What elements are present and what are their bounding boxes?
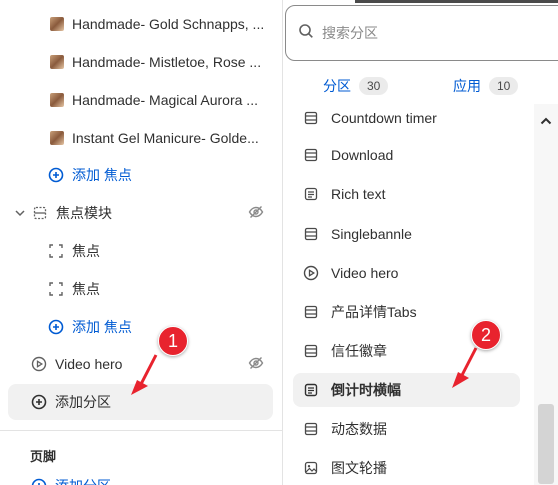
option-label: 动态数据 — [331, 421, 387, 437]
plus-circle-icon — [31, 478, 47, 485]
section-option-image-carousel[interactable]: 图文轮播 — [293, 451, 520, 485]
section-sidebar: Handmade- Gold Schnapps, ... Handmade- M… — [0, 0, 282, 485]
add-focus-label: 添加 焦点 — [72, 167, 132, 183]
option-label: Singlebannle — [331, 226, 412, 242]
footer-add-section-label: 添加分区 — [55, 476, 111, 485]
section-focus-module[interactable]: 焦点模块 — [0, 195, 282, 231]
image-icon — [303, 460, 319, 476]
layout-icon — [303, 226, 319, 242]
top-edge-bar — [355, 0, 558, 3]
count-badge: 30 — [359, 77, 389, 95]
play-icon — [31, 356, 47, 372]
footer-group-title: 页脚 — [30, 449, 57, 464]
section-option-video-hero[interactable]: Video hero — [293, 256, 520, 290]
block-item-magical-aurora[interactable]: Handmade- Magical Aurora ... — [0, 82, 282, 118]
scrollbar[interactable] — [534, 104, 558, 485]
eye-hidden-icon[interactable] — [248, 355, 264, 374]
search-input[interactable] — [322, 25, 522, 41]
picker-tabs: 分区 30 应用 10 — [283, 76, 558, 104]
layout-icon — [32, 205, 48, 221]
section-label: 焦点模块 — [56, 205, 112, 221]
layout-icon — [303, 343, 319, 359]
block-item-label: Handmade- Mistletoe, Rose ... — [72, 54, 262, 70]
play-icon — [303, 265, 319, 281]
block-item-label: 焦点 — [72, 281, 100, 297]
tab-sections[interactable]: 分区 30 — [323, 76, 389, 96]
option-label: Download — [331, 147, 394, 163]
section-option-singlebannle[interactable]: Singlebannle — [293, 217, 520, 251]
annotation-arrow — [131, 354, 158, 395]
section-option-download[interactable]: Download — [293, 138, 520, 172]
layout-icon — [303, 421, 319, 437]
scrollbar-thumb[interactable] — [538, 404, 554, 484]
count-badge: 10 — [489, 77, 519, 95]
plus-circle-icon — [31, 394, 47, 410]
layout-icon — [303, 110, 319, 126]
frame-icon — [48, 243, 64, 259]
add-section-label: 添加分区 — [55, 394, 111, 410]
tab-label: 分区 — [323, 78, 351, 94]
section-option-dynamic-data[interactable]: 动态数据 — [293, 412, 520, 446]
chevron-down-icon[interactable] — [12, 205, 28, 221]
section-picker-popover: 分区 30 应用 10 Countdown timer Download Ric… — [282, 0, 558, 485]
plus-circle-icon — [48, 167, 64, 183]
option-label: Countdown timer — [331, 110, 437, 126]
block-item-label: 焦点 — [72, 243, 100, 259]
add-focus-label: 添加 焦点 — [72, 319, 132, 335]
section-label: Video hero — [55, 356, 123, 372]
block-item-mistletoe[interactable]: Handmade- Mistletoe, Rose ... — [0, 44, 282, 80]
add-focus-button[interactable]: 添加 焦点 — [0, 309, 282, 345]
tab-apps[interactable]: 应用 10 — [453, 76, 519, 96]
annotation-arrow — [452, 347, 478, 388]
product-thumbnail — [50, 55, 64, 69]
chevron-up-icon[interactable] — [539, 114, 553, 133]
product-thumbnail — [50, 17, 64, 31]
block-item-label: Instant Gel Manicure- Golde... — [72, 130, 259, 146]
block-item-label: Handmade- Magical Aurora ... — [72, 92, 258, 108]
option-label: Video hero — [331, 265, 399, 281]
layout-icon — [303, 304, 319, 320]
text-block-icon — [303, 382, 319, 398]
option-label: 产品详情Tabs — [331, 304, 417, 320]
annotation-marker-2: 2 — [471, 320, 501, 350]
divider — [0, 430, 282, 431]
option-label: 倒计时横幅 — [331, 382, 401, 398]
block-item-instant-gel[interactable]: Instant Gel Manicure- Golde... — [0, 120, 282, 156]
add-focus-button[interactable]: 添加 焦点 — [0, 157, 282, 193]
tab-label: 应用 — [453, 78, 481, 94]
layout-icon — [303, 147, 319, 163]
option-label: 信任徽章 — [331, 343, 387, 359]
eye-hidden-icon[interactable] — [248, 204, 264, 223]
section-list: Countdown timer Download Rich text Singl… — [283, 104, 558, 485]
block-item-gold-schnapps[interactable]: Handmade- Gold Schnapps, ... — [0, 6, 282, 42]
section-option-rich-text[interactable]: Rich text — [293, 177, 520, 211]
product-thumbnail — [50, 131, 64, 145]
block-item-focus-a[interactable]: 焦点 — [0, 233, 282, 269]
option-label: Rich text — [331, 186, 386, 202]
section-option-countdown-timer[interactable]: Countdown timer — [293, 104, 520, 135]
option-label: 图文轮播 — [331, 460, 387, 476]
plus-circle-icon — [48, 319, 64, 335]
search-box[interactable] — [285, 5, 558, 61]
frame-icon — [48, 281, 64, 297]
block-item-label: Handmade- Gold Schnapps, ... — [72, 16, 265, 32]
block-item-focus-b[interactable]: 焦点 — [0, 271, 282, 307]
search-icon — [298, 23, 314, 44]
text-block-icon — [303, 186, 319, 202]
product-thumbnail — [50, 93, 64, 107]
footer-add-section-button[interactable]: 添加分区 — [0, 468, 282, 485]
annotation-marker-1: 1 — [158, 326, 188, 356]
